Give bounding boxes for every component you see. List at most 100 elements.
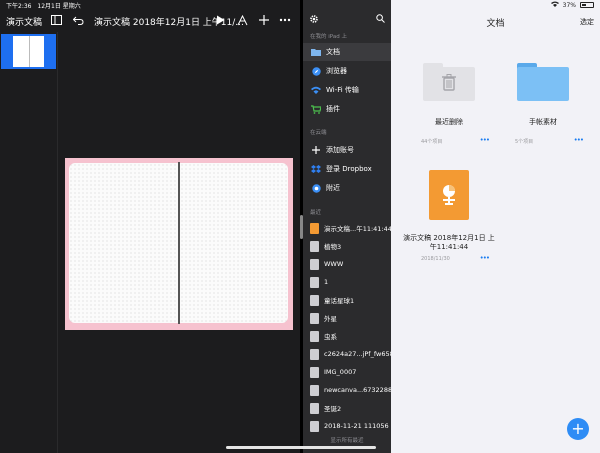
home-indicator[interactable]	[226, 446, 376, 449]
more-icon[interactable]: •••	[480, 254, 490, 262]
sidebar-item-dropbox[interactable]: 登录 Dropbox	[303, 160, 391, 178]
recent-item-label: IMG_0007	[324, 368, 357, 376]
add-icon[interactable]	[258, 14, 270, 26]
notebook-page-left	[69, 163, 178, 323]
battery-percent: 37%	[562, 1, 576, 9]
dropbox-icon	[311, 164, 321, 174]
folder-icon	[517, 63, 569, 101]
folder-icon	[423, 63, 475, 101]
sidebar-item-add-account[interactable]: 添加账号	[303, 141, 391, 159]
recent-item[interactable]: newcanva...67322889	[303, 380, 391, 400]
notebook-spine	[178, 162, 180, 324]
files-sidebar: 在我的 iPad 上 文档 浏览器 Wi-Fi 传输 插件 在云端 添加账号 登…	[303, 0, 391, 453]
page-title: 文档	[486, 19, 505, 29]
item-name: 演示文稿 2018年12月1日 上午11:41:44	[403, 234, 495, 251]
sidebar-item-label: 插件	[326, 105, 340, 113]
keynote-file-icon	[429, 170, 469, 220]
settings-gear-icon[interactable]	[309, 14, 319, 26]
sidebar-item-label: Wi-Fi 传输	[326, 86, 359, 94]
slide-navigator: +	[0, 32, 58, 453]
undo-icon[interactable]	[72, 14, 84, 26]
item-name: 最近删除	[435, 118, 463, 126]
section-header-ipad: 在我的 iPad 上	[310, 34, 347, 40]
recent-item[interactable]: 圣诞2	[303, 398, 391, 418]
image-file-icon	[310, 366, 319, 378]
slide[interactable]	[65, 158, 293, 330]
folder-thumbnail	[401, 52, 497, 112]
recent-item[interactable]: WWW	[303, 254, 391, 274]
recent-item[interactable]: 1	[303, 272, 391, 292]
add-button[interactable]: +	[567, 418, 589, 440]
recent-item-label: 虫系	[324, 333, 337, 341]
recent-item-label: 童话星球1	[324, 297, 355, 305]
recent-item[interactable]: 外星	[303, 308, 391, 328]
format-brush-icon[interactable]	[236, 14, 248, 26]
recent-item[interactable]: 童话星球1	[303, 290, 391, 310]
plus-icon	[311, 146, 321, 155]
folder-item-recently-deleted[interactable]: 最近删除 44个项目 •••	[401, 52, 497, 152]
nearby-icon	[311, 183, 321, 193]
documents-back-button[interactable]: 演示文稿	[6, 15, 42, 28]
image-file-icon	[310, 420, 319, 432]
item-meta: 44个项目	[421, 139, 443, 145]
status-time: 下午2:36	[6, 3, 32, 10]
sidebar-item-label: 附近	[326, 184, 340, 192]
recent-item-label: 2018-11-21 111056	[324, 422, 389, 430]
recent-item[interactable]: IMG_0007	[303, 362, 391, 382]
recent-item[interactable]: 虫系	[303, 326, 391, 346]
section-header-cloud: 在云端	[310, 130, 327, 136]
battery-icon	[580, 2, 594, 8]
sidebar-item-label: 登录 Dropbox	[326, 165, 372, 173]
slide-thumbnail-preview	[13, 36, 44, 67]
show-all-recent-link[interactable]: 显示所有最近	[303, 436, 391, 444]
sidebar-item-wifi-transfer[interactable]: Wi-Fi 传输	[303, 81, 391, 99]
keynote-toolbar: 演示文稿 演示文稿 2018年12月1日 上午11/...	[0, 10, 300, 32]
image-file-icon	[310, 240, 319, 252]
keynote-file-icon	[310, 222, 319, 234]
section-header-recent: 最近	[310, 210, 322, 216]
recent-item[interactable]: 2018-11-21 111056	[303, 416, 391, 436]
file-item-presentation[interactable]: 演示文稿 2018年12月1日 上午11:41:44 2018/11/30 ••…	[401, 165, 497, 265]
files-main: 文档 选定 最近删除 44个项目 ••• 手帐素材 5个项目 ••• 演示文稿 …	[391, 0, 600, 453]
sidebar-item-label: 浏览器	[326, 67, 347, 75]
recent-item[interactable]: 植物3	[303, 236, 391, 256]
file-thumbnail	[401, 165, 497, 225]
recent-item[interactable]: 演示文稿...午11:41:44	[303, 218, 391, 238]
slide-canvas	[58, 32, 300, 453]
select-button[interactable]: 选定	[580, 17, 594, 27]
recent-item-label: 圣诞2	[324, 405, 342, 413]
slide-navigator-icon[interactable]	[50, 14, 62, 26]
recent-item-label: 1	[324, 278, 329, 286]
notebook-page-right	[180, 163, 288, 323]
slide-thumbnail[interactable]	[1, 34, 56, 69]
more-icon[interactable]: •••	[480, 136, 490, 144]
image-file-icon	[310, 294, 319, 306]
recent-item-label: 植物3	[324, 243, 342, 251]
image-file-icon	[310, 276, 319, 288]
search-icon[interactable]	[376, 14, 385, 25]
item-name: 手帐素材	[529, 118, 557, 126]
status-left: 下午2:36 12月1日 星期六	[6, 1, 85, 10]
sidebar-toolbar	[303, 12, 391, 28]
trash-icon	[442, 74, 456, 91]
sidebar-item-nearby[interactable]: 附近	[303, 179, 391, 197]
recent-item[interactable]: c2624a27...jPf_fw658	[303, 344, 391, 364]
recent-item-label: c2624a27...jPf_fw658	[324, 350, 391, 358]
cart-icon	[311, 104, 321, 114]
image-file-icon	[310, 348, 319, 360]
image-file-icon	[310, 312, 319, 324]
wifi-icon	[311, 86, 321, 95]
recent-item-label: 演示文稿...午11:41:44	[324, 225, 391, 233]
more-icon[interactable]	[279, 14, 291, 26]
status-bar: 下午2:36 12月1日 星期六 37%	[0, 0, 600, 10]
folder-icon	[311, 48, 321, 57]
keynote-podium-icon	[443, 185, 455, 205]
sidebar-item-plugins[interactable]: 插件	[303, 100, 391, 118]
sidebar-item-browser[interactable]: 浏览器	[303, 62, 391, 80]
folder-item-journal-materials[interactable]: 手帐素材 5个项目 •••	[495, 52, 591, 152]
play-icon[interactable]	[214, 14, 226, 26]
more-icon[interactable]: •••	[574, 136, 584, 144]
sidebar-item-documents[interactable]: 文档	[303, 43, 391, 61]
sidebar-item-label: 文档	[326, 48, 340, 56]
item-meta: 5个项目	[515, 139, 534, 145]
